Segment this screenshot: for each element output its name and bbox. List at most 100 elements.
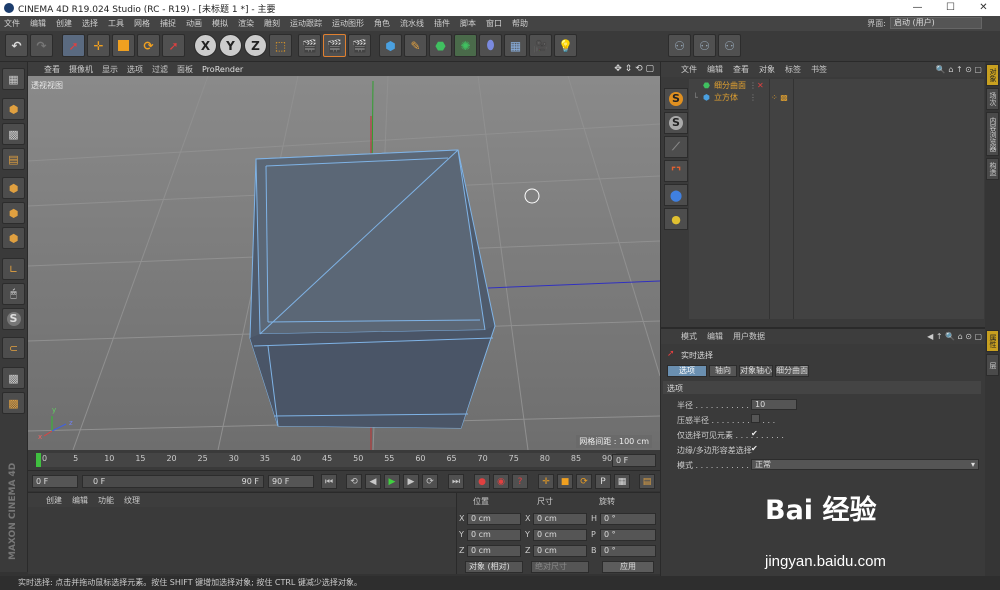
render-picture-viewer-button[interactable]: 🎬 [323,34,346,57]
redo-button[interactable]: ↷ [30,34,53,57]
timeline-window-button[interactable]: ▤ [639,474,655,489]
close-button[interactable]: ✕ [967,0,1000,16]
array-generator-button[interactable]: ✺ [454,34,477,57]
start-frame-field[interactable]: 0 F [32,475,78,488]
material-menu-function[interactable]: 功能 [98,495,114,506]
menu-mograph[interactable]: 运动图形 [332,18,364,29]
autokey-button[interactable]: ◉ [493,474,509,489]
floor-scene-button[interactable]: ▦ [504,34,527,57]
coord-size-y-field[interactable]: 0 cm [533,529,587,541]
menu-file[interactable]: 文件 [4,18,20,29]
record-keys-button[interactable]: ● [474,474,490,489]
deformer-button[interactable]: ⬮ [479,34,502,57]
subdivision-generator-button[interactable]: ⬣ [429,34,452,57]
layout-select[interactable]: 启动 (用户) [890,17,982,29]
next-frame-button[interactable]: ▶ [403,474,419,489]
attribute-menu-userdata[interactable]: 用户数据 [733,331,765,342]
undo-button[interactable]: ↶ [5,34,28,57]
coord-pos-z-field[interactable]: 0 cm [467,545,521,557]
object-name[interactable]: 细分曲面 [714,80,746,92]
key-position-button[interactable]: ✛ [538,474,554,489]
y-axis-button[interactable]: Y [219,34,242,57]
viewport-menu-cameras[interactable]: 摄像机 [69,64,93,75]
polygons-mode-button[interactable]: ⬢ [2,227,25,249]
render-view-button[interactable]: 🎬 [298,34,321,57]
visibility-dots-icon[interactable]: ⋮ [749,80,757,92]
visible-only-checkbox[interactable]: ✔ [751,429,760,438]
xyz-align-button[interactable]: ● [664,208,688,230]
menu-animate[interactable]: 动画 [186,18,202,29]
coord-mode-select[interactable]: 对象 (相对) [465,561,523,573]
tab-axis[interactable]: 轴向 [709,365,737,377]
side-tab-attributes[interactable]: 属性 [986,330,999,352]
magnet-tool-button[interactable]: ⊂ [2,337,25,359]
recent-tool-button[interactable]: ➚ [162,34,185,57]
cube-primitive-button[interactable]: ⬢ [379,34,402,57]
object-menu-view[interactable]: 查看 [733,64,749,75]
side-tab-objects[interactable]: 对象 [986,64,999,86]
object-menu-tags[interactable]: 标签 [785,64,801,75]
tree-row[interactable]: ⬣ 细分曲面 ⋮ ✕ [689,80,984,92]
menu-create[interactable]: 创建 [56,18,72,29]
visibility-dots-icon[interactable]: ⋮ [749,92,757,104]
x-axis-button[interactable]: X [194,34,217,57]
preview-range-slider[interactable]: 0 F 90 F [82,475,264,488]
current-frame-field[interactable]: 0 F [612,454,656,467]
rotate-tool-button[interactable]: ⟳ [137,34,160,57]
object-menu-file[interactable]: 文件 [681,64,697,75]
material-menu-texture[interactable]: 纹理 [124,495,140,506]
workplane-mode-button[interactable]: ▤ [2,148,25,170]
object-menu-edit[interactable]: 编辑 [707,64,723,75]
coord-rot-b-field[interactable]: 0 ° [600,545,656,557]
play-button[interactable]: ▶ [384,474,400,489]
tree-row[interactable]: └ ⬢ 立方体 ⋮ ⁘ ▩ [689,92,984,104]
snap-settings-button[interactable]: S [664,112,688,134]
menu-tools[interactable]: 工具 [108,18,124,29]
attribute-nav-icons[interactable]: ◀ ↑ 🔍 ⌂ ⊙ ▢ [927,332,982,341]
menu-window[interactable]: 窗口 [486,18,502,29]
minimize-button[interactable]: — [901,0,934,16]
sphere-down-button[interactable]: ⬤ [664,184,688,206]
object-name[interactable]: 立方体 [714,92,738,104]
camera-button[interactable]: 🎥 [529,34,552,57]
menu-snap[interactable]: 捕捉 [160,18,176,29]
mode-select[interactable]: 正常 ▾ [751,459,979,470]
coord-rot-p-field[interactable]: 0 ° [600,529,656,541]
key-scale-button[interactable]: ■ [557,474,573,489]
scale-tool-button[interactable] [112,34,135,57]
menu-motion-tracking[interactable]: 运动跟踪 [290,18,322,29]
go-to-start-button[interactable]: ⏮ [321,474,337,489]
menu-script[interactable]: 脚本 [460,18,476,29]
edge-tolerance-checkbox[interactable]: ✔ [751,444,760,453]
viewport-menu-view[interactable]: 查看 [44,64,60,75]
key-parameter-button[interactable]: P [595,474,611,489]
model-mode-button[interactable]: ⬢ [2,98,25,120]
object-menu-bookmarks[interactable]: 书签 [811,64,827,75]
viewport-menu-options[interactable]: 选项 [127,64,143,75]
texture-mode-button[interactable]: ▩ [2,123,25,145]
keyframe-selection-button[interactable]: ? [512,474,528,489]
side-tab-structure[interactable]: 构造 [986,158,999,180]
make-editable-button[interactable]: ▦ [2,68,25,90]
move-tool-button[interactable]: ✛ [87,34,110,57]
tag-icons[interactable]: ⁘ ▩ [771,92,788,104]
render-settings-button[interactable]: 🎬 [348,34,371,57]
radius-field[interactable]: 10 [751,399,797,410]
quantize-button[interactable]: ⚇ [718,34,741,57]
side-tab-layers[interactable]: 层 [986,354,999,376]
viewport-nav-icons[interactable]: ✥ ⇕ ⟲ ▢ [614,64,654,74]
material-menu-create[interactable]: 创建 [46,495,62,506]
snap-object-button[interactable]: S [664,88,688,110]
coord-size-mode-select[interactable]: 绝对尺寸 [531,561,589,573]
menu-select[interactable]: 选择 [82,18,98,29]
menu-pipeline[interactable]: 流水线 [400,18,424,29]
points-mode-button[interactable]: ⬢ [2,177,25,199]
viewport-menu-panel[interactable]: 面板 [177,64,193,75]
tab-subdivision-surface[interactable]: 细分曲面 [775,365,809,377]
prev-key-button[interactable]: ⟲ [346,474,362,489]
axis-snap-button[interactable]: ⟋ [664,136,688,158]
timeline-ruler[interactable]: 0 5 10 15 20 25 30 35 40 45 50 55 60 65 70 75 80 85 90 0 F [28,450,660,470]
menu-simulate[interactable]: 模拟 [212,18,228,29]
key-pla-button[interactable]: ▦ [614,474,630,489]
points-snap-button[interactable]: ⌜⌝ [664,160,688,182]
